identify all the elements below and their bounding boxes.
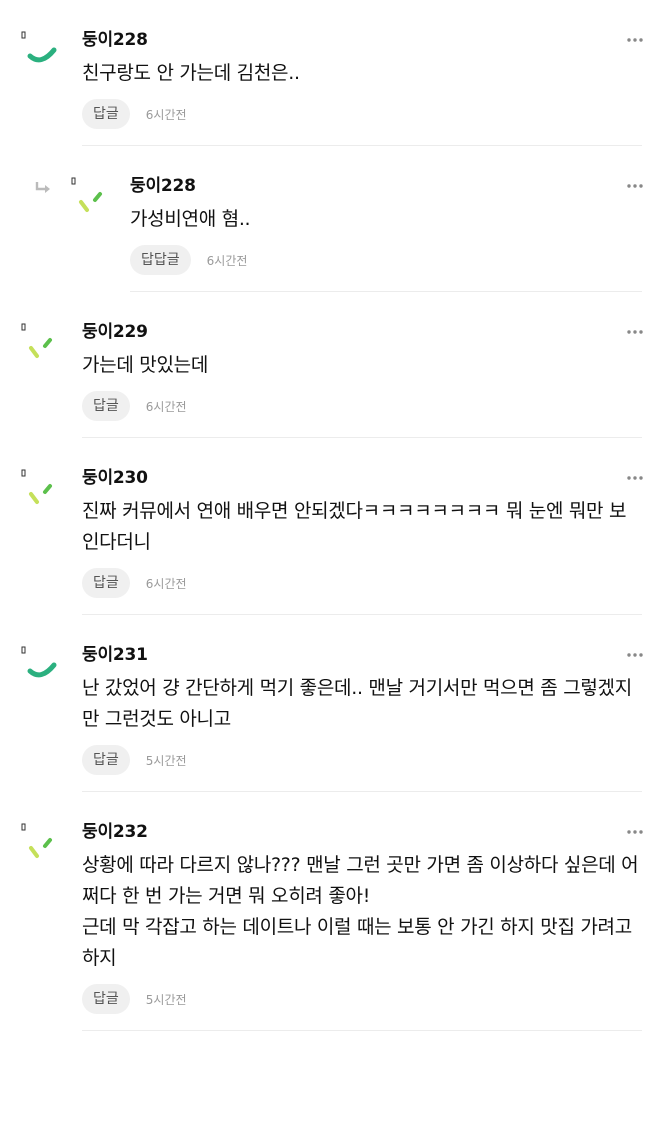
comment-meta: 답글 6시간전 (82, 99, 642, 146)
comment-body: 둥이231 난 갔었어 걍 간단하게 먹기 좋은데.. 맨날 거기서만 먹으면 좀… (82, 615, 658, 792)
more-options-icon[interactable] (626, 468, 644, 480)
comment-meta: 답글 5시간전 (82, 984, 642, 1031)
more-options-icon[interactable] (626, 822, 644, 834)
more-options-icon[interactable] (626, 176, 644, 188)
comment-timestamp: 6시간전 (145, 576, 187, 591)
comment-text: 난 갔었어 걍 간단하게 먹기 좋은데.. 맨날 거기서만 먹으면 좀 그렇겠지… (82, 677, 632, 730)
comment-item: 둥이231 난 갔었어 걍 간단하게 먹기 좋은데.. 맨날 거기서만 먹으면 좀… (0, 615, 658, 792)
comment-body: 둥이230 진짜 커뮤에서 연애 배우면 안되겠다ㅋㅋㅋㅋㅋㅋㅋㅋ 뭐 눈엔 뭐만… (82, 438, 658, 615)
avatar-icon[interactable] (20, 822, 64, 866)
comment-timestamp: 6시간전 (145, 399, 187, 414)
more-options-icon[interactable] (626, 645, 644, 657)
comment-meta: 답답글 6시간전 (130, 245, 642, 292)
reply-button[interactable]: 답글 (82, 99, 130, 129)
comment-meta: 답글 5시간전 (82, 745, 642, 792)
comment-author[interactable]: 둥이228 (130, 174, 658, 198)
comment-text: 친구랑도 안 가는데 김천은.. (82, 62, 300, 84)
avatar-icon[interactable] (70, 176, 114, 220)
comment-text: 상황에 따라 다르지 않나??? 맨날 그런 곳만 가면 좀 이상하다 싶은데 … (82, 854, 639, 969)
comment-body: 둥이228 친구랑도 안 가는데 김천은.. 답글 6시간전 (82, 0, 658, 146)
comment-list: 둥이228 친구랑도 안 가는데 김천은.. 답글 6시간전 둥이228 가성비연애 혐.… (0, 0, 658, 1031)
more-options-icon[interactable] (626, 30, 644, 42)
comment-author[interactable]: 둥이228 (82, 28, 658, 52)
avatar-icon[interactable] (20, 645, 64, 689)
comment-author[interactable]: 둥이232 (82, 820, 658, 844)
avatar-icon[interactable] (20, 322, 64, 366)
more-options-icon[interactable] (626, 322, 644, 334)
comment-body: 둥이228 가성비연애 혐.. 답답글 6시간전 (130, 146, 658, 292)
comment-author[interactable]: 둥이230 (82, 466, 658, 490)
comment-item: 둥이228 친구랑도 안 가는데 김천은.. 답글 6시간전 (0, 0, 658, 146)
comment-text: 가는데 맛있는데 (82, 354, 209, 376)
comment-item: 둥이230 진짜 커뮤에서 연애 배우면 안되겠다ㅋㅋㅋㅋㅋㅋㅋㅋ 뭐 눈엔 뭐만… (0, 438, 658, 615)
comment-timestamp: 5시간전 (145, 992, 187, 1007)
comment-body: 둥이232 상황에 따라 다르지 않나??? 맨날 그런 곳만 가면 좀 이상하다… (82, 792, 658, 1031)
reply-button[interactable]: 답글 (82, 391, 130, 421)
comment-text: 가성비연애 혐.. (130, 208, 251, 230)
reply-button[interactable]: 답글 (82, 984, 130, 1014)
comment-body: 둥이229 가는데 맛있는데답글 6시간전 (82, 292, 658, 438)
comment-author[interactable]: 둥이231 (82, 643, 658, 667)
comment-meta: 답글 6시간전 (82, 391, 642, 438)
avatar-icon[interactable] (20, 30, 64, 74)
reply-item: 둥이228 가성비연애 혐.. 답답글 6시간전 (0, 146, 658, 292)
comment-text: 진짜 커뮤에서 연애 배우면 안되겠다ㅋㅋㅋㅋㅋㅋㅋㅋ 뭐 눈엔 뭐만 보인다더… (82, 500, 627, 553)
comment-timestamp: 5시간전 (145, 753, 187, 768)
comment-item: 둥이229 가는데 맛있는데답글 6시간전 (0, 292, 658, 438)
avatar-icon[interactable] (20, 468, 64, 512)
comment-item: 둥이232 상황에 따라 다르지 않나??? 맨날 그런 곳만 가면 좀 이상하다… (0, 792, 658, 1031)
reply-button[interactable]: 답글 (82, 745, 130, 775)
comment-meta: 답글 6시간전 (82, 568, 642, 615)
reply-button[interactable]: 답글 (82, 568, 130, 598)
comment-timestamp: 6시간전 (206, 253, 248, 268)
comment-author[interactable]: 둥이229 (82, 320, 658, 344)
comment-timestamp: 6시간전 (145, 107, 187, 122)
reply-arrow-icon (34, 180, 52, 194)
reply-button[interactable]: 답답글 (130, 245, 191, 275)
